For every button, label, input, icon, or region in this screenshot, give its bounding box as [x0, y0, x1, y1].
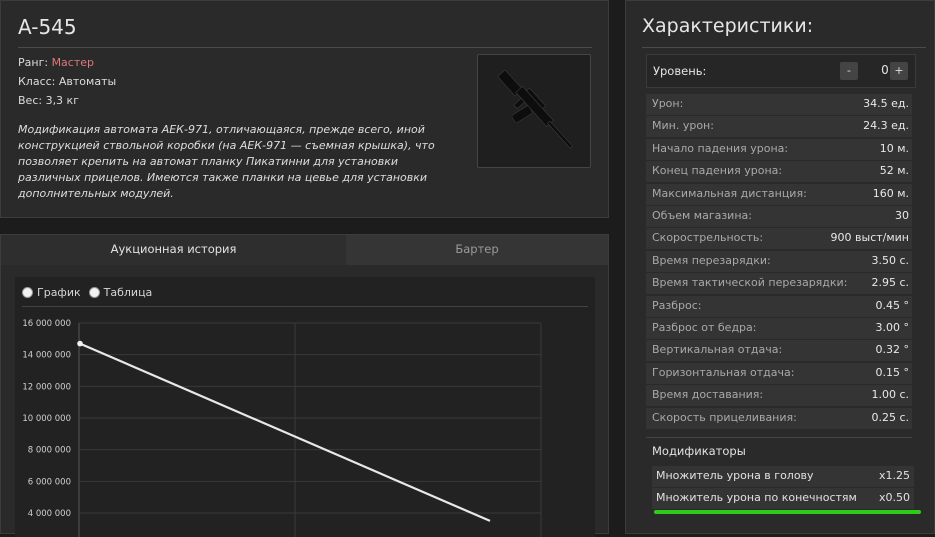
characteristics-title: Характеристики: [642, 15, 814, 37]
horizontal-scrollbar[interactable] [654, 510, 921, 514]
stat-label: Горизонтальная отдача: [652, 365, 795, 379]
stat-label: Разброс: [652, 298, 702, 312]
tab-auction-history[interactable]: Аукционная история [1, 235, 346, 265]
stat-row: Урон: 34.5 ед. [646, 94, 912, 115]
stat-label: Максимальная дистанция: [652, 186, 807, 200]
stat-label: Время перезарядки: [652, 253, 771, 267]
stat-label: Мин. урон: [652, 119, 714, 133]
stat-row: Мин. урон: 24.3 ед. [646, 116, 912, 138]
stat-row: Время перезарядки: 3.50 с. [646, 250, 912, 272]
modifier-value: x0.50 [878, 491, 910, 504]
stat-value: 10 м. [879, 141, 909, 155]
level-control: Уровень: - 0 + [646, 54, 916, 88]
stat-value: 3.50 с. [871, 253, 909, 267]
y-tick-label: 16 000 000 [22, 319, 71, 329]
stat-value: 24.3 ед. [863, 119, 909, 133]
stat-label: Время доставания: [652, 388, 764, 402]
level-increase-button[interactable]: + [890, 62, 908, 80]
item-rank: Ранг: Мастер [18, 56, 94, 69]
stat-value: 34.5 ед. [863, 97, 909, 110]
radio-table[interactable] [88, 287, 100, 298]
stat-row: Скорострельность: 900 выст/мин [646, 228, 912, 250]
stat-label: Объем магазина: [652, 209, 752, 222]
stat-value: 2.95 с. [871, 276, 909, 290]
stat-row: Разброс: 0.45 ° [646, 295, 912, 317]
stat-value: 0.45 ° [875, 298, 910, 312]
radio-table-label[interactable]: Таблица [104, 286, 153, 299]
y-tick-label: 14 000 000 [22, 351, 71, 361]
item-description: Модификация автомата АЕК-971, отличающая… [18, 123, 435, 200]
modifier-label: Множитель урона по конечностям [656, 491, 857, 504]
stat-label: Начало падения урона: [652, 141, 789, 155]
y-tick-label: 4 000 000 [28, 509, 71, 519]
stat-row: Объем магазина: 30 [646, 206, 912, 227]
radio-graph-label[interactable]: График [37, 286, 81, 299]
price-point[interactable] [77, 340, 83, 347]
level-decrease-button[interactable]: - [840, 62, 858, 80]
tab-barter[interactable]: Бартер [346, 235, 608, 265]
item-class: Класс: Автоматы [18, 75, 117, 88]
modifier-row: Множитель урона по конечностям x0.50 [652, 488, 914, 509]
modifiers-title: Модификаторы [652, 444, 746, 458]
stat-label: Скорострельность: [652, 231, 764, 245]
stat-value: 0.15 ° [875, 365, 910, 379]
stat-label: Время тактической перезарядки: [652, 276, 848, 290]
stat-row: Конец падения урона: 52 м. [646, 161, 912, 183]
stat-label: Конец падения урона: [652, 164, 783, 178]
stat-value: 900 выст/мин [830, 231, 909, 245]
stat-row: Время тактической перезарядки: 2.95 с. [646, 273, 912, 295]
stat-value: 0.32 ° [875, 343, 910, 357]
item-image [477, 54, 591, 168]
y-tick-label: 8 000 000 [28, 446, 71, 456]
auction-tabs: Аукционная история Бартер [1, 235, 608, 265]
modifier-value: x1.25 [878, 469, 910, 482]
stat-row: Начало падения урона: 10 м. [646, 138, 912, 160]
characteristics-panel: Характеристики: Уровень: - 0 + Урон: 34.5… [625, 0, 935, 534]
modifiers-divider [646, 437, 912, 438]
price-chart-container: График Таблица 16 000 000 14 000 000 12 00… [15, 277, 595, 537]
stat-value: 3.00 ° [875, 321, 910, 334]
radio-graph[interactable] [22, 287, 33, 298]
rank-label: Ранг: [18, 56, 52, 69]
stat-row: Вертикальная отдача: 0.32 ° [646, 340, 912, 362]
stat-label: Урон: [652, 97, 684, 110]
auction-panel: Аукционная история Бартер График Таблица… [0, 234, 609, 537]
stat-label: Разброс от бедра: [652, 321, 757, 334]
rank-value: Мастер [51, 56, 94, 69]
stat-value: 1.00 с. [871, 388, 909, 402]
modifier-row: Множитель урона в голову x1.25 [652, 466, 914, 487]
item-info-panel: A-545 Ранг: Мастер Класс: Автоматы Вес: … [0, 0, 609, 218]
stat-row: Разброс от бедра: 3.00 ° [646, 318, 912, 339]
stat-value: 52 м. [879, 164, 909, 178]
characteristics-divider [642, 47, 926, 48]
title-divider [18, 47, 592, 48]
item-weight: Вес: 3,3 кг [18, 94, 79, 107]
stat-value: 0.25 с. [871, 410, 909, 424]
y-tick-label: 12 000 000 [22, 382, 71, 392]
level-label: Уровень: [653, 64, 707, 78]
y-tick-label: 10 000 000 [22, 414, 71, 424]
stat-row: Максимальная дистанция: 160 м. [646, 183, 912, 205]
stat-row: Время доставания: 1.00 с. [646, 385, 912, 407]
view-toggle: График Таблица [22, 286, 160, 299]
item-title: A-545 [18, 15, 77, 39]
stat-row: Скорость прицеливания: 0.25 с. [646, 407, 912, 429]
y-tick-label: 6 000 000 [28, 477, 71, 487]
price-chart: 16 000 000 14 000 000 12 000 000 10 000 000… [22, 319, 542, 537]
stat-value: 160 м. [872, 186, 909, 200]
stat-row: Горизонтальная отдача: 0.15 ° [646, 362, 912, 384]
stat-label: Вертикальная отдача: [652, 343, 783, 357]
stat-label: Скорость прицеливания: [652, 410, 797, 424]
modifier-label: Множитель урона в голову [656, 469, 814, 482]
rifle-icon [497, 69, 573, 149]
stat-value: 30 [895, 209, 909, 222]
price-line [79, 342, 491, 522]
